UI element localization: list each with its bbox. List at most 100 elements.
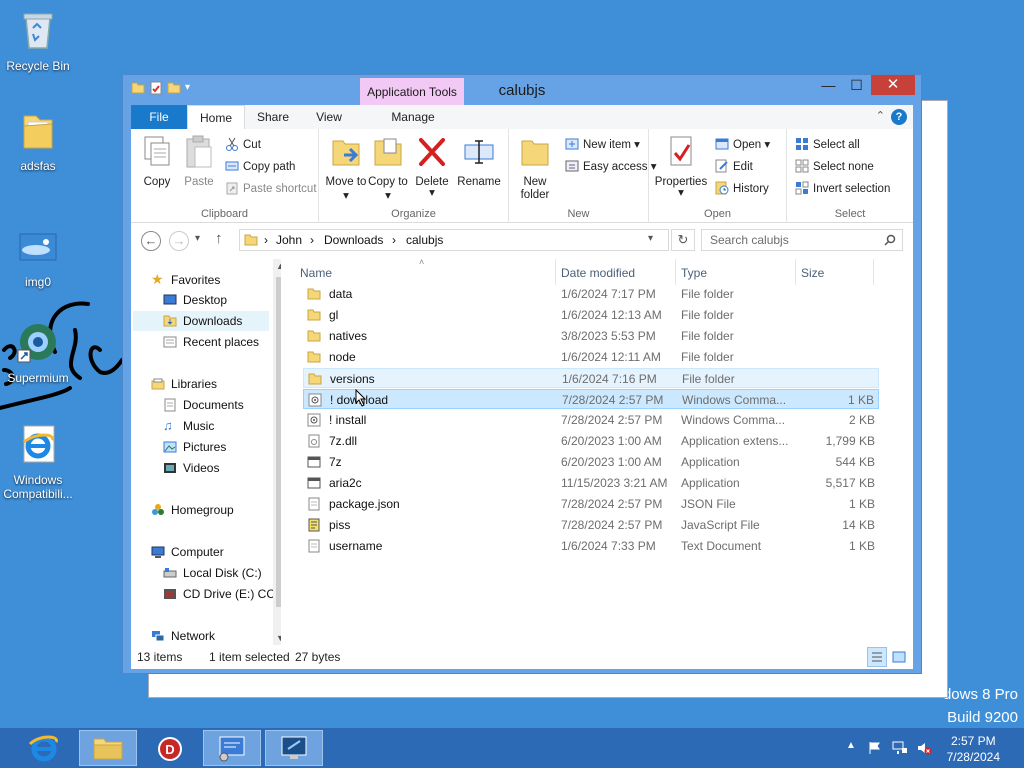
taskbar-internet-explorer[interactable] — [14, 730, 72, 766]
forward-button[interactable]: → — [169, 231, 189, 251]
refresh-button[interactable]: ↻ — [671, 229, 695, 251]
nav-local-disk[interactable]: Local Disk (C:) — [163, 563, 262, 583]
nav-music[interactable]: ♫ Music — [163, 416, 214, 436]
volume-muted-icon[interactable] — [916, 740, 932, 756]
new-folder-button[interactable]: New folder — [513, 133, 557, 202]
properties-dropdown-arrow[interactable]: ▾ — [651, 187, 711, 199]
file-row[interactable]: node 1/6/2024 12:11 AM File folder — [303, 347, 879, 367]
copy-button[interactable]: Copy — [136, 133, 178, 188]
large-icons-view-button[interactable] — [889, 647, 909, 667]
nav-homegroup[interactable]: Homegroup — [151, 500, 234, 520]
taskbar-remote-desktop[interactable] — [265, 730, 323, 766]
nav-computer[interactable]: Computer — [151, 542, 224, 562]
easy-access-button[interactable]: Easy access ▾ — [565, 157, 657, 177]
open-button[interactable]: Open ▾ — [715, 135, 770, 155]
copy-to-button[interactable]: Copy to ▾ — [367, 133, 409, 202]
nav-network[interactable]: Network — [151, 626, 215, 646]
file-row[interactable]: gl 1/6/2024 12:13 AM File folder — [303, 305, 879, 325]
file-row[interactable]: natives 3/8/2023 5:53 PM File folder — [303, 326, 879, 346]
maximize-button[interactable]: ☐ — [843, 75, 870, 95]
tab-file[interactable]: File — [131, 105, 187, 129]
desktop-icon-recycle-bin[interactable]: Recycle Bin — [0, 8, 76, 73]
scissors-icon — [226, 137, 238, 151]
paste-shortcut-button[interactable]: Paste shortcut — [225, 179, 317, 199]
close-button[interactable]: ✕ — [871, 75, 915, 95]
select-none-button[interactable]: Select none — [795, 157, 874, 177]
tab-home[interactable]: Home — [187, 105, 245, 129]
column-header-size[interactable]: Size — [801, 266, 824, 280]
minimize-button[interactable]: — — [815, 75, 842, 95]
taskbar-clock[interactable]: 2:57 PM 7/28/2024 — [947, 733, 1000, 765]
file-row[interactable]: ! download 7/28/2024 2:57 PM Windows Comma… — [303, 389, 879, 409]
address-bar[interactable]: › John › Downloads › calubjs ▾ — [239, 229, 669, 251]
nav-recent-places[interactable]: Recent places — [163, 332, 259, 352]
nav-desktop[interactable]: Desktop — [163, 290, 227, 310]
column-divider[interactable] — [873, 259, 874, 285]
file-row[interactable]: 7z.dll 6/20/2023 1:00 AM Application exten… — [303, 431, 879, 451]
address-dropdown-chevron-icon[interactable]: ▾ — [648, 233, 653, 244]
history-button[interactable]: History — [715, 179, 769, 199]
breadcrumb-calubjs[interactable]: calubjs — [406, 233, 443, 247]
breadcrumb-john[interactable]: John — [276, 233, 302, 247]
tab-manage[interactable]: Manage — [361, 105, 465, 129]
breadcrumb-separator[interactable]: › — [392, 233, 396, 247]
file-row[interactable]: data 1/6/2024 7:17 PM File folder — [303, 284, 879, 304]
help-icon[interactable]: ? — [891, 109, 907, 125]
properties-button[interactable]: Properties ▾ — [651, 133, 711, 199]
column-divider[interactable] — [555, 259, 556, 285]
details-view-button[interactable] — [867, 647, 887, 667]
file-row[interactable]: piss 7/28/2024 2:57 PM JavaScript File 14 K… — [303, 515, 879, 535]
file-row[interactable]: versions 1/6/2024 7:16 PM File folder — [303, 368, 879, 388]
nav-documents[interactable]: Documents — [163, 395, 244, 415]
nav-pictures[interactable]: Pictures — [163, 437, 226, 457]
cut-button[interactable]: Cut — [225, 135, 261, 155]
nav-videos[interactable]: Videos — [163, 458, 219, 478]
column-divider[interactable] — [795, 259, 796, 285]
show-hidden-icons-chevron-icon[interactable]: ▲ — [846, 740, 856, 751]
file-row[interactable]: package.json 7/28/2024 2:57 PM JSON File 1 … — [303, 494, 879, 514]
delete-dropdown-arrow[interactable]: ▾ — [411, 187, 453, 199]
column-divider[interactable] — [675, 259, 676, 285]
file-row[interactable]: 7z 6/20/2023 1:00 AM Application 544 KB — [303, 452, 879, 472]
delete-button[interactable]: Delete ▾ — [411, 133, 453, 199]
taskbar-file-explorer[interactable] — [79, 730, 137, 766]
nav-libraries[interactable]: Libraries — [151, 374, 217, 394]
column-header-date-modified[interactable]: Date modified — [561, 266, 635, 280]
taskbar-app-red[interactable]: D — [141, 730, 199, 766]
properties-icon — [670, 136, 692, 166]
desktop-icon-supermium[interactable]: Supermium — [0, 320, 76, 385]
nav-downloads[interactable]: Downloads — [133, 311, 269, 331]
back-button[interactable]: ← — [141, 231, 161, 251]
column-header-type[interactable]: Type — [681, 266, 707, 280]
nav-favorites[interactable]: ★ Favorites — [151, 269, 220, 289]
select-all-button[interactable]: Select all — [795, 135, 860, 155]
desktop-icon-img0[interactable]: img0 — [0, 224, 76, 289]
copy-path-button[interactable]: Copy path — [225, 157, 295, 177]
minimize-ribbon-icon[interactable]: ⌃ — [876, 109, 885, 122]
invert-selection-button[interactable]: Invert selection — [795, 179, 890, 199]
new-item-button[interactable]: New item ▾ — [565, 135, 640, 155]
column-header-name[interactable]: Name — [300, 266, 332, 280]
tab-share[interactable]: Share — [247, 105, 299, 129]
breadcrumb-separator[interactable]: › — [310, 233, 314, 247]
nav-cd-drive[interactable]: CD Drive (E:) CCC — [163, 584, 284, 604]
move-to-button[interactable]: Move to ▾ — [325, 133, 367, 202]
rename-button[interactable]: Rename — [455, 133, 503, 188]
edit-button[interactable]: Edit — [715, 157, 753, 177]
network-tray-icon[interactable] — [892, 740, 908, 756]
desktop-icon-windows-compatibility[interactable]: Windows Compatibili... — [0, 422, 76, 501]
file-row[interactable]: aria2c 11/15/2023 3:21 AM Application 5,517… — [303, 473, 879, 493]
up-button[interactable]: ↑ — [215, 230, 223, 247]
file-row[interactable]: ! install 7/28/2024 2:57 PM Windows Comma.… — [303, 410, 879, 430]
action-center-flag-icon[interactable] — [868, 741, 882, 755]
paste-button[interactable]: Paste — [178, 133, 220, 188]
breadcrumb-separator[interactable]: › — [264, 233, 268, 247]
tab-view[interactable]: View — [305, 105, 353, 129]
breadcrumb-downloads[interactable]: Downloads — [324, 233, 383, 247]
recent-locations-chevron-icon[interactable]: ▾ — [195, 233, 200, 244]
desktop-icon-adsfas[interactable]: adsfas — [0, 108, 76, 173]
title-bar[interactable]: ▾ Application Tools calubjs — ☐ ✕ — [123, 75, 921, 105]
search-input[interactable]: Search calubjs — [701, 229, 903, 251]
file-row[interactable]: username 1/6/2024 7:33 PM Text Document 1 K… — [303, 536, 879, 556]
taskbar-control-panel[interactable] — [203, 730, 261, 766]
